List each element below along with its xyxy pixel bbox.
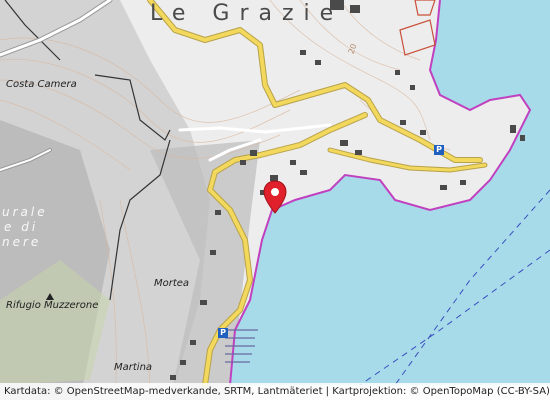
place-label-rifugio: Rifugio Muzzerone: [6, 300, 99, 311]
park-label-line-3: nere: [2, 235, 42, 249]
park-label-line-1: urale: [2, 205, 48, 219]
town-label: Le Grazie: [150, 1, 344, 26]
map-view[interactable]: Le Grazie Costa Camera Mortea Rifugio Mu…: [0, 0, 550, 400]
parking-icon: P: [434, 145, 444, 155]
place-label-mortea: Mortea: [154, 278, 190, 289]
place-label-martina: Martina: [114, 362, 153, 373]
summit-icon: [46, 293, 54, 300]
parking-icon: P: [218, 328, 228, 338]
place-label-costa-camera: Costa Camera: [6, 79, 77, 90]
park-label-line-2: e di: [4, 220, 39, 234]
location-pin-icon[interactable]: [263, 180, 287, 214]
map-attribution: Kartdata: © OpenStreetMap-medverkande, S…: [0, 383, 550, 400]
